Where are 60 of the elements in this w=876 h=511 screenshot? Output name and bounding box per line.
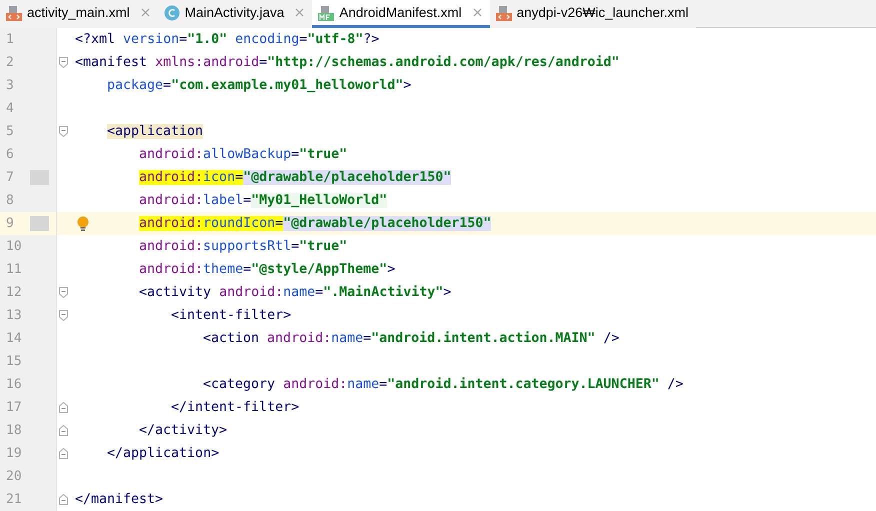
line-number: 20 bbox=[5, 469, 23, 484]
code-text: </intent-filter> bbox=[171, 400, 300, 415]
line-number: 2 bbox=[5, 55, 15, 70]
line-number: 5 bbox=[5, 124, 15, 139]
line-number: 11 bbox=[5, 262, 23, 277]
fold-icon[interactable] bbox=[58, 425, 68, 436]
code-text: android:icon="@drawable/placeholder150" bbox=[139, 170, 452, 185]
line-number: 18 bbox=[5, 423, 23, 438]
code-text: </application> bbox=[107, 446, 220, 461]
code-text: android:supportsRtl="true" bbox=[139, 239, 348, 254]
code-text: package="com.example.my01_helloworld"> bbox=[107, 78, 412, 93]
code-text: <?xml version="1.0" encoding="utf-8"?> bbox=[75, 32, 380, 47]
line-number: 19 bbox=[5, 446, 23, 461]
manifest-file-icon bbox=[318, 4, 334, 20]
fold-icon[interactable] bbox=[58, 57, 68, 68]
line-number: 4 bbox=[5, 101, 15, 116]
code-text: <category android:name="android.intent.category.LAUNCHER" /> bbox=[203, 377, 684, 392]
gutter-marker bbox=[30, 216, 49, 231]
line-number: 12 bbox=[5, 285, 23, 300]
line-number: 13 bbox=[5, 308, 23, 323]
fold-icon[interactable] bbox=[58, 287, 68, 298]
line-number: 14 bbox=[5, 331, 23, 346]
code-text: <application bbox=[107, 124, 204, 139]
line-number: 8 bbox=[5, 193, 15, 208]
line-number: 10 bbox=[5, 239, 23, 254]
fold-icon[interactable] bbox=[58, 448, 68, 459]
line-number: 15 bbox=[5, 354, 23, 369]
gutter-marker bbox=[30, 170, 49, 185]
lightbulb-icon[interactable] bbox=[77, 216, 89, 232]
fold-icon[interactable] bbox=[58, 310, 68, 321]
line-number: 9 bbox=[5, 216, 15, 231]
code-text: android:roundIcon="@drawable/placeholder150" bbox=[139, 216, 492, 231]
close-icon[interactable] bbox=[140, 8, 150, 17]
line-number: 21 bbox=[5, 492, 23, 507]
code-text: android:label="My01_HelloWorld" bbox=[139, 193, 388, 208]
xml-file-icon bbox=[496, 4, 512, 20]
fold-icon[interactable] bbox=[58, 126, 68, 137]
fold-icon[interactable] bbox=[58, 402, 68, 413]
fold-icon[interactable] bbox=[58, 494, 68, 505]
code-text: <action android:name="android.intent.action.MAIN" /> bbox=[203, 331, 620, 346]
line-number: 1 bbox=[5, 32, 15, 47]
code-text: <manifest xmlns:android="http://schemas.android.com/apk/res/android" bbox=[75, 55, 620, 70]
editor-tab[interactable]: MainActivity.java bbox=[158, 0, 312, 28]
close-icon[interactable] bbox=[295, 8, 304, 17]
code-text: android:theme="@style/AppTheme"> bbox=[139, 262, 396, 277]
code-text: </activity> bbox=[139, 423, 228, 438]
line-number: 7 bbox=[5, 170, 15, 185]
editor-tab[interactable]: AndroidManifest.xml bbox=[312, 0, 490, 28]
code-text: android:allowBackup="true" bbox=[139, 147, 348, 162]
code-text: <activity android:name=".MainActivity"> bbox=[139, 285, 452, 300]
xml-file-icon bbox=[6, 4, 22, 20]
editor-tab[interactable]: anydpi-v26₩ic_launcher.xml bbox=[490, 0, 696, 28]
class-icon bbox=[164, 4, 180, 20]
line-number: 3 bbox=[5, 78, 15, 93]
close-icon[interactable] bbox=[472, 8, 482, 17]
code-text: <intent-filter> bbox=[171, 308, 292, 323]
code-text: </manifest> bbox=[75, 492, 164, 507]
line-number: 17 bbox=[5, 400, 23, 415]
line-number: 16 bbox=[5, 377, 23, 392]
line-number: 6 bbox=[5, 147, 15, 162]
